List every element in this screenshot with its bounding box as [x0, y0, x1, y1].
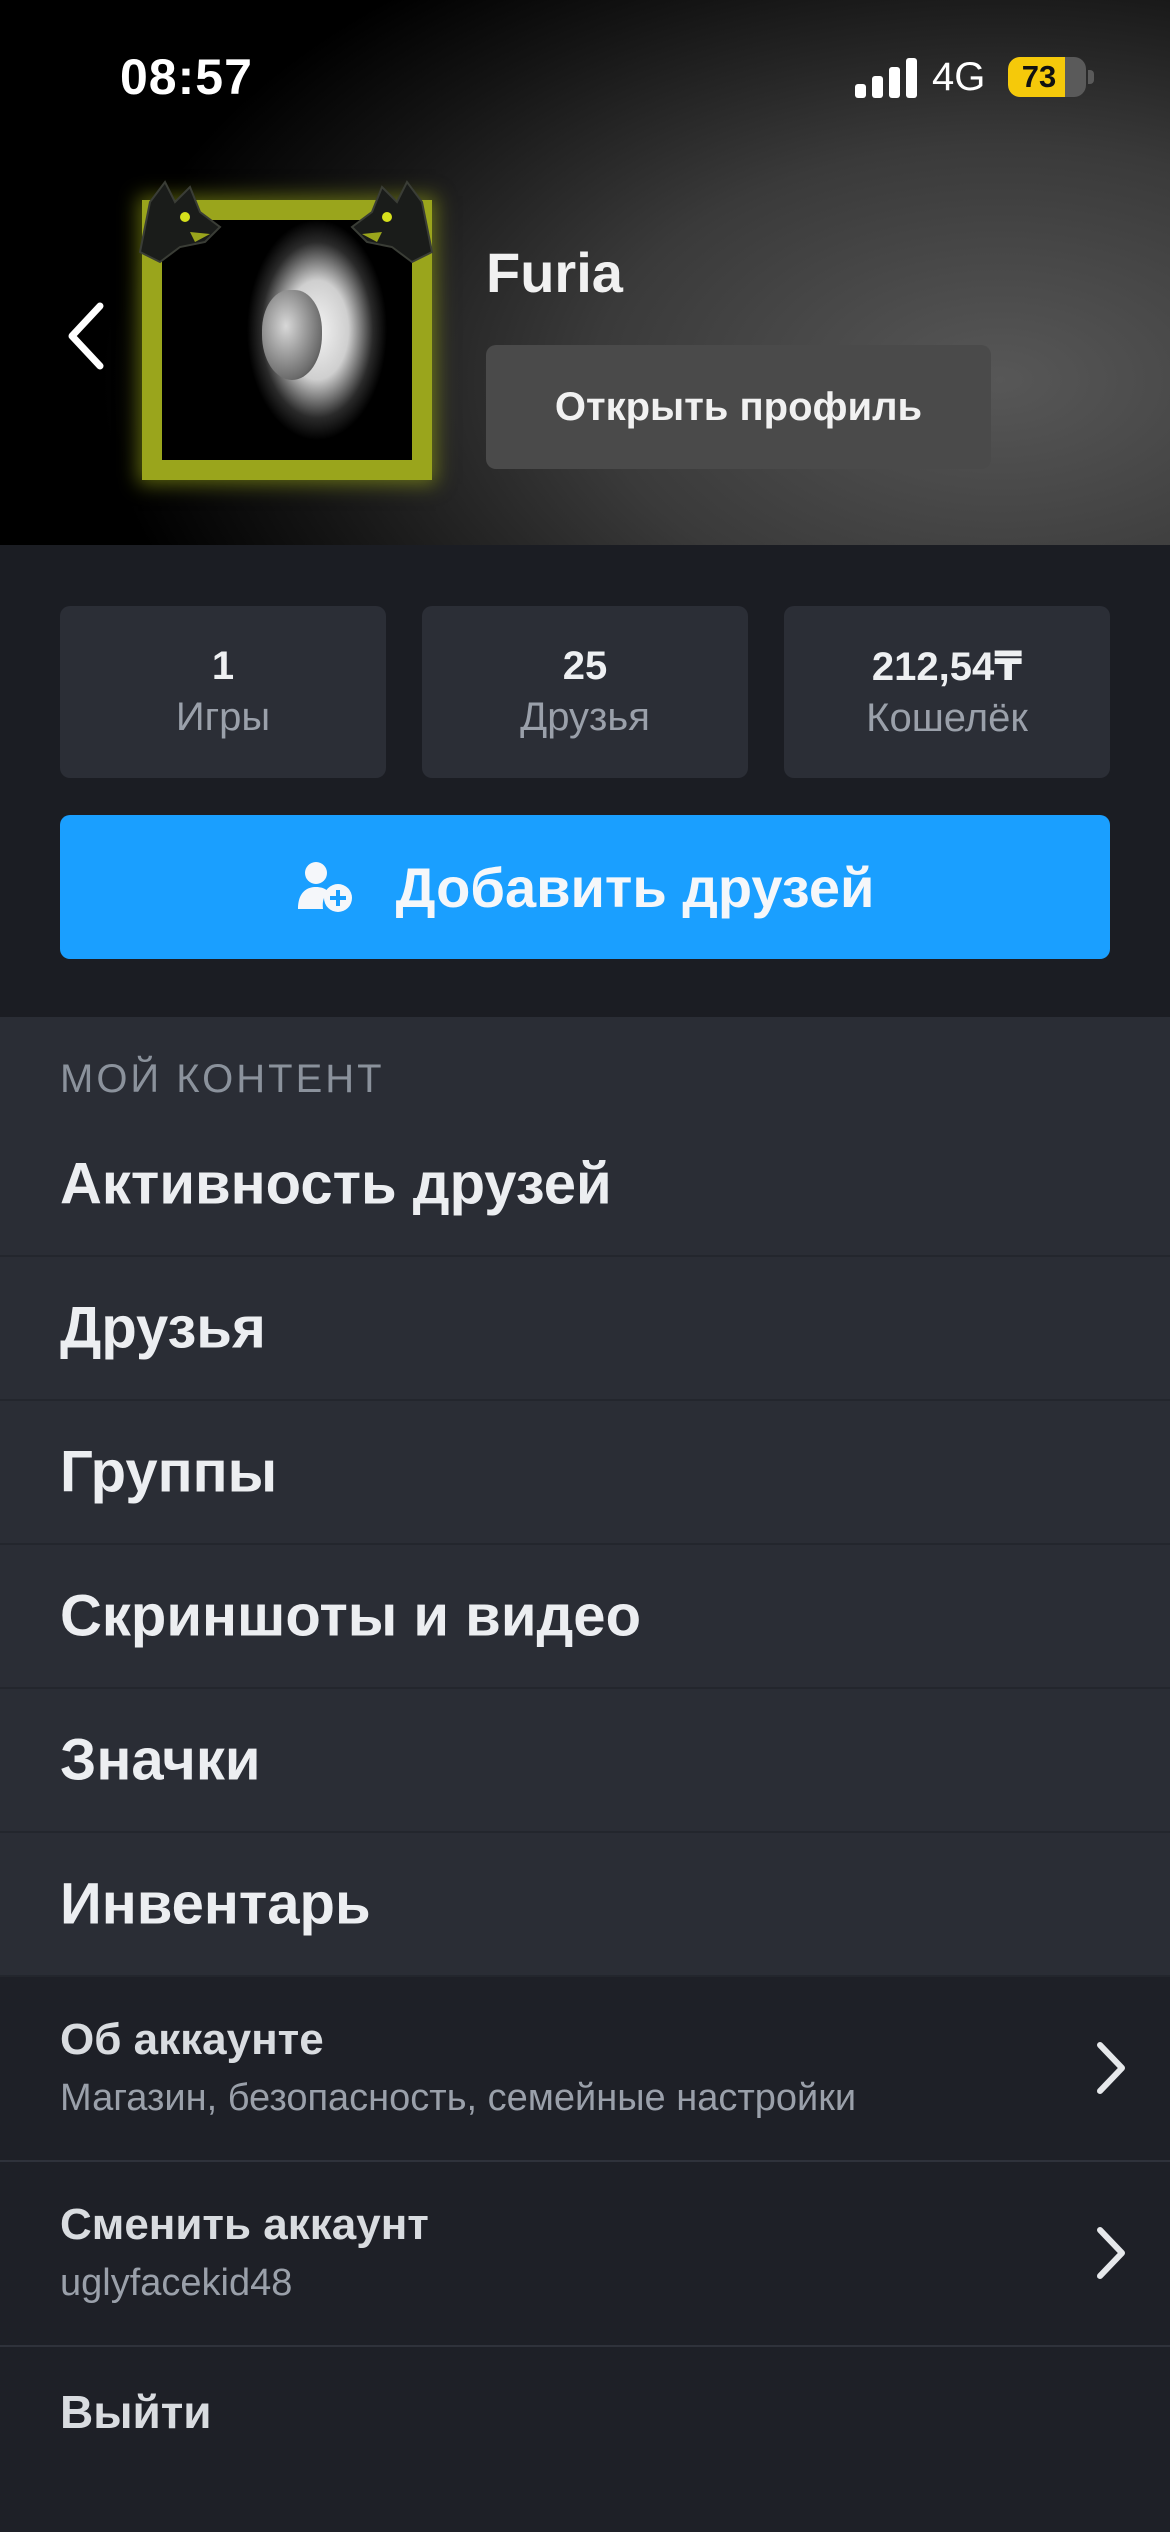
menu-item-screenshots-videos[interactable]: Скриншоты и видео	[0, 1545, 1170, 1689]
open-profile-button[interactable]: Открыть профиль	[486, 345, 991, 469]
status-time: 08:57	[120, 49, 253, 105]
menu-item-friends-activity[interactable]: Активность друзей	[0, 1113, 1170, 1257]
stat-wallet[interactable]: 212,54₸ Кошелёк	[784, 606, 1110, 778]
stat-games-label: Игры	[175, 695, 271, 739]
menu-item-label: Друзья	[60, 1295, 266, 1361]
switch-account-row[interactable]: Сменить аккаунт uglyfacekid48	[0, 2162, 1170, 2347]
profile-screen: 08:57 4G 73 Furia Открыть профиль 1 Игры…	[0, 0, 1170, 2532]
menu-item-label: Инвентарь	[60, 1871, 371, 1937]
stat-friends-value: 25	[562, 644, 608, 688]
about-account-title: Об аккаунте	[60, 2015, 324, 2064]
add-friends-button[interactable]: Добавить друзей	[60, 815, 1110, 959]
menu-item-label: Скриншоты и видео	[60, 1583, 641, 1649]
stat-friends[interactable]: 25 Друзья	[422, 606, 748, 778]
menu-item-label: Значки	[60, 1727, 261, 1793]
chevron-right-icon	[1097, 2227, 1125, 2279]
wolf-head-right-icon	[350, 180, 434, 264]
stat-wallet-label: Кошелёк	[866, 695, 1028, 740]
menu-item-inventory[interactable]: Инвентарь	[0, 1833, 1170, 1977]
profile-name: Furia	[486, 241, 623, 304]
switch-account-title: Сменить аккаунт	[60, 2200, 429, 2249]
menu-item-groups[interactable]: Группы	[0, 1401, 1170, 1545]
account-section: Об аккаунте Магазин, безопасность, семей…	[0, 1977, 1170, 2532]
menu-item-friends[interactable]: Друзья	[0, 1257, 1170, 1401]
my-content-section: МОЙ КОНТЕНТ Активность друзей Друзья Гру…	[0, 1017, 1170, 1977]
add-friends-label: Добавить друзей	[395, 855, 875, 919]
back-chevron-icon[interactable]	[58, 298, 118, 374]
stat-wallet-value: 212,54₸	[871, 644, 1023, 689]
menu-item-badges[interactable]: Значки	[0, 1689, 1170, 1833]
about-account-subtitle: Магазин, безопасность, семейные настройк…	[60, 2077, 857, 2119]
stat-friends-label: Друзья	[520, 695, 650, 739]
wolf-head-left-icon	[138, 180, 222, 264]
stats-area: 1 Игры 25 Друзья 212,54₸ Кошелёк Добавит…	[0, 545, 1170, 1017]
status-bar: 08:57 4G 73	[0, 0, 1170, 150]
logout-button[interactable]: Выйти	[60, 2385, 212, 2439]
chevron-right-icon	[1097, 2042, 1125, 2094]
avatar-frame[interactable]	[130, 172, 442, 484]
menu-item-label: Группы	[60, 1439, 278, 1505]
avatar-face	[262, 290, 322, 380]
battery-icon: 73	[1008, 57, 1086, 97]
battery-percent: 73	[1021, 59, 1057, 94]
about-account-row[interactable]: Об аккаунте Магазин, безопасность, семей…	[0, 1977, 1170, 2162]
cellular-signal-icon	[855, 58, 917, 98]
profile-header: 08:57 4G 73 Furia Открыть профиль	[0, 0, 1170, 545]
stat-games[interactable]: 1 Игры	[60, 606, 386, 778]
battery-nub	[1088, 70, 1094, 84]
section-title-my-content: МОЙ КОНТЕНТ	[60, 1057, 385, 1101]
stat-games-value: 1	[211, 644, 235, 688]
add-user-icon	[297, 862, 352, 912]
menu-item-label: Активность друзей	[60, 1151, 612, 1217]
network-type: 4G	[932, 55, 986, 99]
switch-account-username: uglyfacekid48	[60, 2262, 293, 2304]
